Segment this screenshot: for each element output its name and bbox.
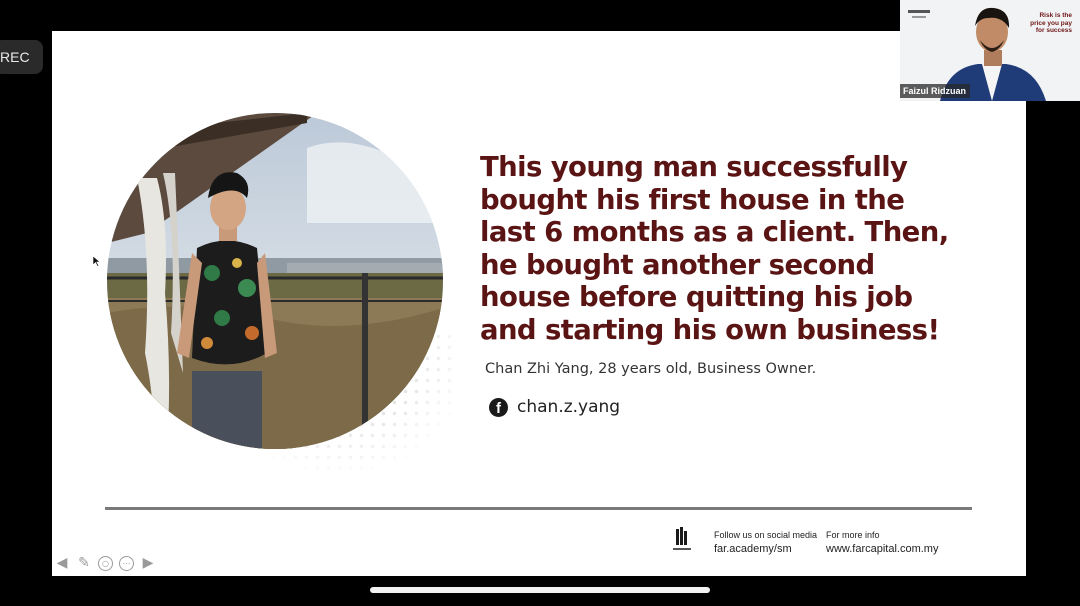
recording-label: REC	[0, 49, 30, 65]
participant-video-tile[interactable]: Risk is the price you pay for success Fa…	[900, 0, 1080, 101]
recording-indicator[interactable]: REC	[0, 40, 43, 74]
footer-info-label: For more info	[826, 530, 880, 540]
more-icon[interactable]: ⋯	[119, 555, 134, 571]
footer-divider	[105, 507, 972, 510]
footer-social-label: Follow us on social media	[714, 530, 818, 540]
footer-info: For more info www.farcapital.com.my	[826, 530, 938, 555]
facebook-icon: f	[489, 397, 508, 417]
client-photo	[107, 113, 443, 449]
home-indicator[interactable]	[370, 587, 710, 593]
arrow-right-icon[interactable]: ▶	[140, 555, 156, 571]
testimonial-quote: This young man successfully bought his f…	[480, 151, 949, 346]
poster-line: Risk is the	[1039, 12, 1072, 19]
poster-line: for success	[1035, 27, 1072, 34]
pen-icon[interactable]: ✎	[76, 555, 92, 571]
view-icon[interactable]: ○	[98, 555, 113, 571]
mouse-cursor-icon	[93, 256, 101, 267]
background-poster-text: Risk is the price you pay for success	[1022, 12, 1072, 35]
slideshow-toolbar: ◀ ✎ ○ ⋯ ▶	[54, 555, 156, 571]
facebook-handle: chan.z.yang	[517, 397, 621, 417]
footer-info-link: www.farcapital.com.my	[826, 543, 939, 555]
participant-name: Faizul Ridzuan	[900, 84, 970, 98]
poster-line: price you pay	[1030, 19, 1072, 27]
testimonial-attribution: Chan Zhi Yang, 28 years old, Business Ow…	[485, 361, 817, 377]
footer-social-link: far.academy/sm	[714, 543, 792, 555]
company-logo	[673, 527, 691, 550]
facebook-contact: f chan.z.yang	[489, 397, 620, 417]
presentation-slide: This young man successfully bought his f…	[52, 31, 1026, 576]
arrow-left-icon[interactable]: ◀	[54, 555, 70, 571]
footer-social: Follow us on social media far.academy/sm	[714, 530, 817, 555]
